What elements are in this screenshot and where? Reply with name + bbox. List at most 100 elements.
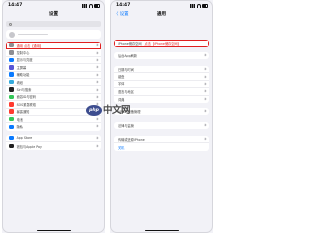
settings-row-label: 暴露通知 — [16, 110, 30, 115]
settings-row-control-center[interactable]: 控制中心 — [6, 49, 101, 57]
signal-icon — [190, 4, 195, 8]
general-row-iphone-storage[interactable]: iPhone储存空间 点击【iPhone储存空间】 — [114, 40, 209, 48]
privacy-icon — [9, 124, 14, 130]
chevron-right-icon — [203, 75, 207, 79]
general-row-transfer-reset[interactable]: 传输或还原iPhone — [114, 136, 209, 144]
settings-row-home-screen[interactable]: 主屏幕 — [6, 64, 101, 72]
general-row-label: 词典 — [118, 97, 125, 102]
chevron-right-icon — [95, 43, 99, 47]
settings-row-wallpaper[interactable]: 墙纸 — [6, 79, 101, 87]
general-row-label: 日期与时间 — [118, 67, 134, 72]
settings-row-label: 通用 点击【通用】 — [16, 43, 44, 48]
signal-icon — [82, 4, 87, 8]
general-group-background: 后台App刷新 — [114, 52, 209, 60]
battery-settings-icon — [9, 116, 14, 122]
chevron-right-icon — [203, 53, 207, 57]
settings-row-wallet[interactable]: 钱包与Apple Pay — [6, 142, 101, 149]
face-id-icon — [9, 94, 14, 100]
settings-row-general[interactable]: 通用 点击【通用】 — [6, 42, 101, 50]
control-center-icon — [9, 50, 14, 55]
page-title: 设置 — [48, 12, 59, 17]
nav-bar: 设置 — [2, 11, 105, 19]
battery-icon — [202, 4, 208, 8]
watermark-logo: php 中文网 — [86, 104, 131, 124]
settings-row-display[interactable]: 显示与亮度 — [6, 57, 101, 65]
chevron-right-icon — [203, 109, 207, 113]
general-row-date-time[interactable]: 日期与时间 — [114, 66, 209, 74]
settings-row-label: App Store — [16, 136, 33, 141]
general-row-keyboard[interactable]: 键盘 — [114, 73, 209, 81]
watermark-text: 中文网 — [103, 105, 131, 116]
status-time: 14:47 — [116, 3, 131, 8]
settings-row-label: 电池 — [16, 117, 23, 122]
chevron-right-icon — [95, 136, 99, 140]
settings-row-label: 辅助功能 — [16, 73, 30, 78]
settings-row-accessibility[interactable]: 辅助功能 — [6, 72, 101, 79]
settings-row-label: 控制中心 — [16, 51, 30, 56]
chevron-right-icon — [203, 97, 207, 101]
general-group-locale: 日期与时间 键盘 字体 语言与地区 词典 — [114, 66, 209, 103]
siri-icon — [9, 87, 14, 92]
wifi-icon — [196, 4, 201, 8]
chevron-right-icon — [95, 95, 99, 99]
general-row-label: 字体 — [118, 82, 125, 87]
general-row-fonts[interactable]: 字体 — [114, 81, 209, 89]
search-input[interactable] — [6, 21, 101, 27]
general-row-label: 语言与地区 — [118, 89, 134, 94]
chevron-right-icon — [95, 65, 99, 69]
exposure-icon — [9, 109, 14, 114]
chevron-right-icon — [95, 73, 99, 77]
general-row-language[interactable]: 语言与地区 — [114, 88, 209, 96]
general-row-label: 键盘 — [118, 75, 125, 80]
settings-row-label: 墙纸 — [16, 80, 23, 85]
chevron-right-icon — [95, 51, 99, 55]
general-row-label: iPhone储存空间 — [118, 42, 142, 47]
app-store-icon — [9, 135, 14, 141]
apple-id-profile[interactable] — [6, 30, 101, 39]
settings-row-label: 显示与亮度 — [16, 58, 33, 63]
general-row-shut-down[interactable]: 关机 — [114, 143, 209, 150]
settings-row-label: Siri与搜索 — [16, 88, 32, 93]
chevron-right-icon — [95, 144, 99, 148]
settings-row-label: SOS紧急联络 — [16, 102, 36, 107]
chevron-right-icon — [95, 58, 99, 62]
gear-icon — [9, 42, 14, 48]
settings-row-app-store[interactable]: App Store — [6, 135, 101, 143]
general-row-annotation: 点击【iPhone储存空间】 — [144, 42, 181, 47]
chevron-right-icon — [203, 123, 207, 127]
settings-row-face-id[interactable]: 面容ID与密码 — [6, 94, 101, 102]
avatar — [9, 31, 15, 38]
chevron-right-icon — [203, 82, 207, 86]
home-indicator — [36, 229, 71, 231]
general-group-storage: iPhone储存空间 点击【iPhone储存空间】 — [114, 40, 209, 48]
wallpaper-icon — [9, 79, 14, 85]
status-bar: 14:47 — [2, 3, 105, 9]
chevron-right-icon — [95, 125, 99, 129]
general-row-label: 后台App刷新 — [118, 54, 137, 59]
php-logo: php — [86, 105, 102, 116]
chevron-right-icon — [203, 67, 207, 71]
wifi-icon — [88, 4, 93, 8]
page-title: 通用 — [156, 12, 167, 17]
battery-icon — [94, 4, 100, 8]
sos-icon — [9, 102, 14, 107]
display-icon — [9, 57, 14, 63]
settings-row-label: 隐私 — [16, 125, 23, 130]
wallet-icon — [9, 143, 14, 149]
home-screen-icon — [9, 65, 14, 70]
settings-row-siri[interactable]: Siri与搜索 — [6, 86, 101, 94]
settings-group-2: App Store 钱包与Apple Pay — [6, 135, 101, 150]
chevron-right-icon — [203, 89, 207, 93]
settings-row-privacy[interactable]: 隐私 — [6, 123, 101, 130]
home-indicator — [144, 229, 179, 231]
settings-row-label: 钱包与Apple Pay — [16, 144, 42, 149]
general-row-dictionary[interactable]: 词典 — [114, 96, 209, 103]
general-row-label: 关机 — [118, 145, 125, 150]
search-icon — [9, 22, 12, 26]
general-group-reset: 传输或还原iPhone 关机 — [114, 136, 209, 151]
status-time: 14:47 — [8, 3, 23, 8]
settings-row-label: 主屏幕 — [16, 65, 27, 70]
general-row-background-refresh[interactable]: 后台App刷新 — [114, 52, 209, 59]
chevron-right-icon — [95, 88, 99, 92]
chevron-right-icon — [203, 137, 207, 141]
